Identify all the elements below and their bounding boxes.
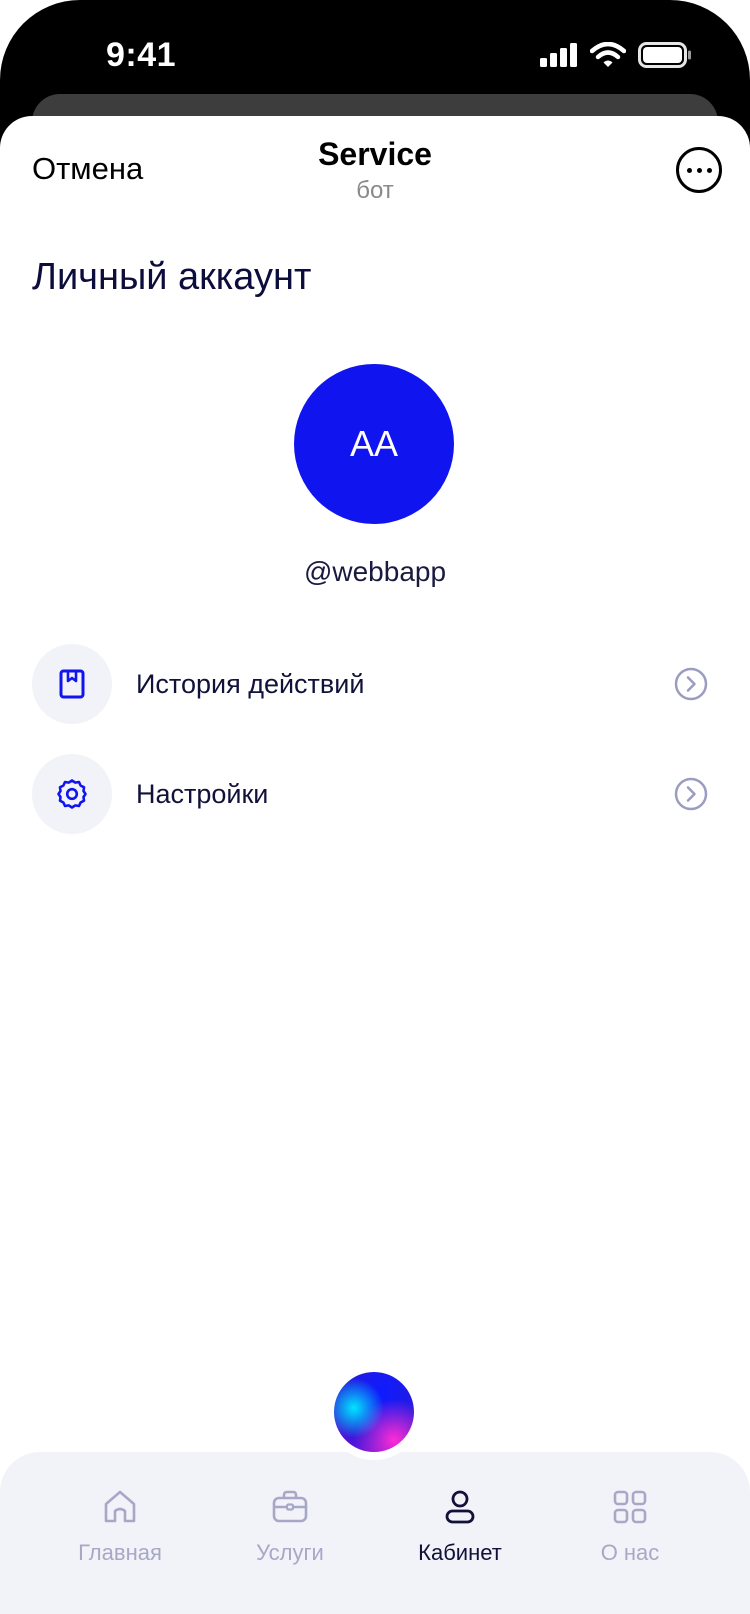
assistant-orb-button[interactable] xyxy=(334,1372,414,1452)
header-title-group: Service бот xyxy=(0,136,750,205)
tab-services[interactable]: Услуги xyxy=(215,1488,365,1566)
bot-title: Service xyxy=(318,136,432,172)
ellipsis-dot xyxy=(706,167,712,173)
username: @webbapp xyxy=(303,556,447,587)
cellular-signal-icon xyxy=(540,43,577,67)
menu-item-history[interactable]: История действий xyxy=(32,644,718,724)
ellipsis-circle-icon xyxy=(686,167,692,173)
ellipsis-dot xyxy=(696,167,702,173)
menu-icon-container xyxy=(32,644,112,724)
avatar: AA xyxy=(294,364,454,524)
grid-icon xyxy=(613,1490,647,1524)
assistant-orb-container xyxy=(326,1364,422,1460)
page-title: Личный аккаунт xyxy=(32,256,312,298)
gear-icon xyxy=(57,779,87,809)
tab-about[interactable]: О нас xyxy=(555,1488,705,1566)
tab-label: Кабинет xyxy=(418,1540,502,1565)
menu-item-settings[interactable]: Настройки xyxy=(32,754,718,834)
tab-label: Главная xyxy=(78,1540,162,1565)
chevron-right-circle-icon xyxy=(674,667,708,701)
phone-frame: 9:41 Отмена Service бот Личный аккаунт A… xyxy=(0,0,750,1614)
menu-icon-container xyxy=(32,754,112,834)
sheet-header: Отмена Service бот xyxy=(0,116,750,226)
bookmark-icon xyxy=(59,669,85,699)
user-icon xyxy=(445,1490,475,1524)
status-icons xyxy=(540,42,692,68)
battery-icon xyxy=(638,42,691,68)
chevron-right-circle-icon xyxy=(674,777,708,811)
bot-sheet: Отмена Service бот Личный аккаунт AA @we… xyxy=(0,116,750,1614)
status-time: 9:41 xyxy=(106,36,177,74)
tab-label: Услуги xyxy=(256,1540,324,1565)
briefcase-icon xyxy=(272,1490,308,1523)
wifi-icon xyxy=(590,42,626,67)
bottom-tab-bar: Главная Услуги Кабинет О нас xyxy=(0,1452,750,1614)
tab-home[interactable]: Главная xyxy=(45,1488,195,1566)
more-options-button[interactable] xyxy=(676,147,722,193)
tab-cabinet[interactable]: Кабинет xyxy=(385,1488,535,1566)
menu-item-label: Настройки xyxy=(136,778,269,809)
tab-label: О нас xyxy=(600,1540,660,1565)
home-icon xyxy=(104,1490,136,1523)
menu-item-label: История действий xyxy=(136,668,365,699)
avatar-initials: AA xyxy=(349,423,399,464)
bot-subtitle: бот xyxy=(356,177,394,204)
